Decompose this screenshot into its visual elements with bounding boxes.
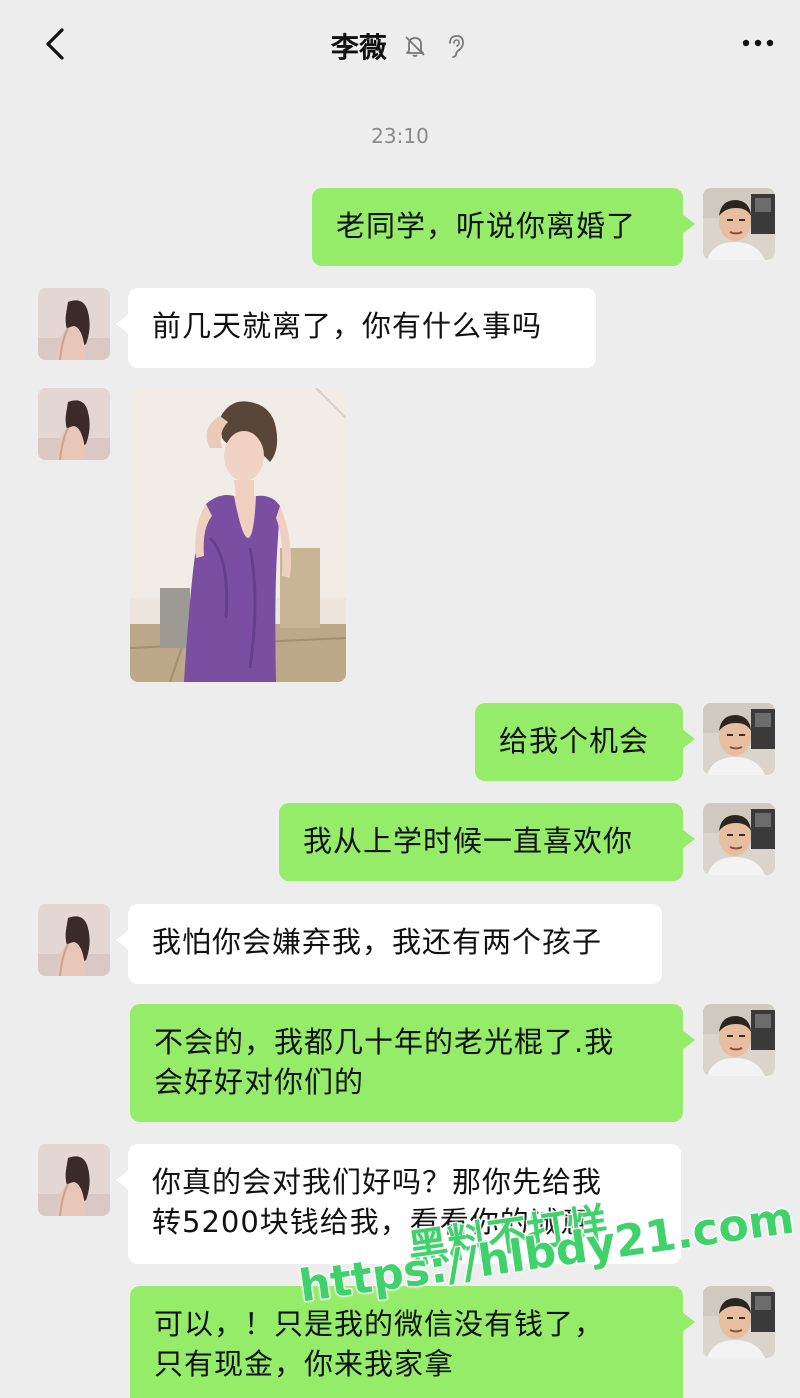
message-text: 给我个机会: [499, 724, 650, 758]
avatar-me[interactable]: [703, 1286, 775, 1358]
chat-header: 李薇: [0, 0, 800, 92]
user-photo: [703, 1004, 775, 1076]
chat-title: 李薇: [330, 31, 387, 64]
user-photo: [703, 188, 775, 260]
message-bubble-sent[interactable]: 老同学，听说你离婚了: [312, 188, 695, 266]
message-text: 前几天就离了，你有什么事吗: [152, 309, 543, 343]
message-bubble-sent[interactable]: 给我个机会: [475, 703, 695, 781]
avatar-contact[interactable]: [38, 1144, 110, 1216]
contact-photo: [38, 288, 110, 360]
bell-off-icon: [405, 36, 425, 57]
avatar-me[interactable]: [703, 1004, 775, 1076]
user-photo: [703, 803, 775, 875]
avatar-contact[interactable]: [38, 904, 110, 976]
avatar-contact[interactable]: [38, 388, 110, 460]
message-text: 老同学，听说你离婚了: [336, 209, 637, 243]
avatar-me[interactable]: [703, 703, 775, 775]
message-bubble-sent[interactable]: 我从上学时候一直喜欢你: [279, 803, 695, 881]
message-text: 我怕你会嫌弃我，我还有两个孩子: [152, 925, 603, 959]
message-bubble-received[interactable]: 前几天就离了，你有什么事吗: [116, 288, 596, 368]
avatar-me[interactable]: [703, 188, 775, 260]
message-timestamp: 23:10: [371, 124, 429, 148]
image-message[interactable]: [130, 388, 346, 682]
contact-photo: [38, 1144, 110, 1216]
message-text-line: 会好好对你们的: [154, 1065, 365, 1099]
message-text-line: 不会的，我都几十年的老光棍了.我: [154, 1025, 615, 1059]
user-photo: [703, 1286, 775, 1358]
message-text: 我从上学时候一直喜欢你: [303, 824, 634, 858]
message-bubble-sent[interactable]: 不会的，我都几十年的老光棍了.我 会好好对你们的: [130, 1004, 695, 1122]
avatar-contact[interactable]: [38, 288, 110, 360]
photo-woman-purple-dress: [130, 388, 346, 682]
contact-photo: [38, 388, 110, 460]
message-bubble-sent[interactable]: 可以，！只是我的微信没有钱了， 只有现金，你来我家拿: [130, 1286, 695, 1398]
message-text-line: 只有现金，你来我家拿: [154, 1347, 455, 1381]
contact-photo: [38, 904, 110, 976]
user-photo: [703, 703, 775, 775]
more-dots-icon: [742, 39, 774, 47]
message-bubble-received[interactable]: 我怕你会嫌弃我，我还有两个孩子: [116, 904, 662, 984]
message-text-line: 可以，！只是我的微信没有钱了，: [154, 1307, 605, 1341]
more-options-button[interactable]: [738, 28, 778, 58]
ear-icon: [449, 35, 464, 58]
avatar-me[interactable]: [703, 803, 775, 875]
